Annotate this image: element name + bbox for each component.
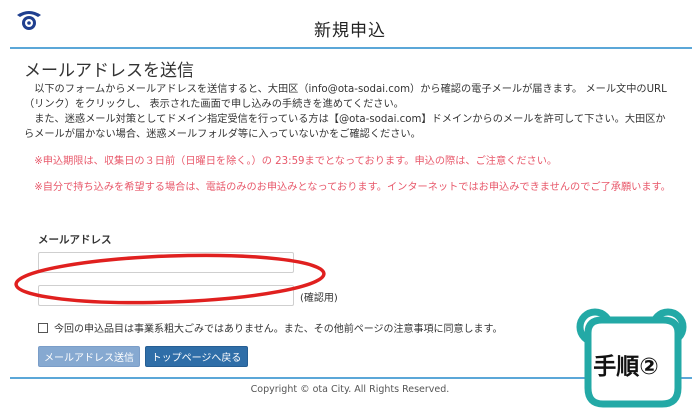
step-label: 手順②	[593, 354, 659, 380]
page-title: 新規申込	[0, 16, 700, 48]
back-to-top-button[interactable]: トップページへ戻る	[145, 346, 248, 367]
header-divider	[10, 47, 692, 49]
self-delivery-notice: ※自分で持ち込みを希望する場合は、電話のみのお申込みとなっております。インターネ…	[34, 182, 671, 193]
description-paragraph: また、迷惑メール対策としてドメイン指定受信を行っている方は【@ota-sodai…	[24, 114, 666, 140]
confirm-label: (確認用)	[300, 293, 338, 304]
description: 以下のフォームからメールアドレスを送信すると、大田区（info@ota-soda…	[24, 82, 674, 142]
email-label: メールアドレス	[38, 234, 112, 246]
email-input[interactable]	[38, 252, 294, 273]
agreement-row: 今回の申込品目は事業系粗大ごみではありません。また、その他前ページの注意事項に同…	[38, 320, 503, 335]
agreement-label: 今回の申込品目は事業系粗大ごみではありません。また、その他前ページの注意事項に同…	[54, 324, 503, 335]
header: 新規申込	[0, 0, 700, 58]
description-paragraph: 以下のフォームからメールアドレスを送信すると、大田区（info@ota-soda…	[24, 84, 667, 110]
section-title: メールアドレスを送信	[24, 61, 194, 81]
deadline-notice: ※申込期限は、収集日の３日前（日曜日を除く。）の 23:59までとなっております…	[34, 156, 558, 167]
email-confirm-input[interactable]	[38, 285, 294, 306]
copyright: Copyright © ota City. All Rights Reserve…	[250, 384, 450, 395]
agreement-checkbox[interactable]	[38, 322, 48, 333]
send-email-button[interactable]: メールアドレス送信	[38, 346, 140, 367]
